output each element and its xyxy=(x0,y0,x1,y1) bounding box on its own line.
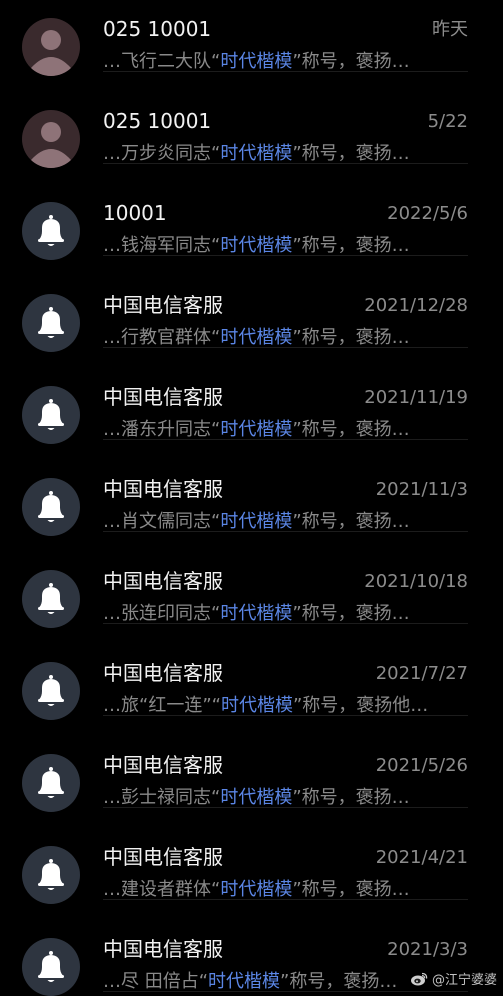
message-thread-row[interactable]: 中国电信客服 2021/5/26 …彭士禄同志“时代楷模”称号，褒扬… xyxy=(0,716,503,812)
sender-name: 中国电信客服 xyxy=(103,385,223,409)
message-date: 2021/5/26 xyxy=(375,755,468,776)
notification-avatar[interactable] xyxy=(22,386,80,444)
preview-highlight: 时代楷模 xyxy=(220,235,293,256)
preview-text: …肖文儒同志“ xyxy=(103,511,221,532)
bell-icon xyxy=(22,202,80,260)
message-date: 2021/3/3 xyxy=(387,939,468,960)
message-thread-row[interactable]: 中国电信客服 2021/11/3 …肖文儒同志“时代楷模”称号，褒扬… xyxy=(0,440,503,536)
message-date: 2022/5/6 xyxy=(387,203,468,224)
contact-avatar[interactable] xyxy=(22,18,80,76)
preview-text: …行教官群体“ xyxy=(103,327,221,348)
preview-text: ”称号，褒扬… xyxy=(292,879,410,900)
sender-name: 中国电信客服 xyxy=(103,753,223,777)
notification-avatar[interactable] xyxy=(22,662,80,720)
message-thread-row[interactable]: 10001 2022/5/6 …钱海军同志“时代楷模”称号，褒扬… xyxy=(0,164,503,260)
preview-text: …尽 田倍占“ xyxy=(103,971,209,992)
preview-highlight: 时代楷模 xyxy=(220,327,293,348)
preview-text: …建设者群体“ xyxy=(103,879,221,900)
preview-text: ”称号，褒扬… xyxy=(292,235,410,256)
bell-icon xyxy=(22,294,80,352)
preview-text: ”称号，褒扬… xyxy=(292,511,410,532)
preview-text: …钱海军同志“ xyxy=(103,235,221,256)
bell-icon xyxy=(22,570,80,628)
preview-highlight: 时代楷模 xyxy=(220,419,293,440)
notification-avatar[interactable] xyxy=(22,478,80,536)
message-thread-row[interactable]: 025 10001 昨天 …飞行二大队“时代楷模”称号，褒扬… xyxy=(0,0,503,76)
weibo-logo-icon xyxy=(410,972,428,985)
notification-avatar[interactable] xyxy=(22,846,80,904)
message-thread-row[interactable]: 中国电信客服 2021/4/21 …建设者群体“时代楷模”称号，褒扬… xyxy=(0,808,503,904)
person-icon xyxy=(22,18,80,76)
bell-icon xyxy=(22,846,80,904)
preview-text: ”称号，褒扬… xyxy=(292,787,410,808)
preview-text: ”称号，褒扬… xyxy=(292,603,410,624)
sender-name: 中国电信客服 xyxy=(103,661,223,685)
preview-text: ”称号，褒扬… xyxy=(280,971,398,992)
message-date: 2021/11/19 xyxy=(364,387,468,408)
message-thread-row[interactable]: 中国电信客服 2021/12/28 …行教官群体“时代楷模”称号，褒扬… xyxy=(0,256,503,352)
message-date: 2021/12/28 xyxy=(364,295,468,316)
preview-text: …万步炎同志“ xyxy=(103,143,221,164)
preview-text: …彭士禄同志“ xyxy=(103,787,221,808)
notification-avatar[interactable] xyxy=(22,938,80,996)
message-date: 5/22 xyxy=(427,111,468,132)
bell-icon xyxy=(22,478,80,536)
message-date: 2021/11/3 xyxy=(375,479,468,500)
row-divider xyxy=(103,991,468,992)
notification-avatar[interactable] xyxy=(22,754,80,812)
contact-avatar[interactable] xyxy=(22,110,80,168)
sender-name: 10001 xyxy=(103,201,167,225)
message-thread-row[interactable]: 中国电信客服 2021/11/19 …潘东升同志“时代楷模”称号，褒扬… xyxy=(0,348,503,444)
notification-avatar[interactable] xyxy=(22,202,80,260)
message-date: 2021/7/27 xyxy=(375,663,468,684)
preview-highlight: 时代楷模 xyxy=(220,603,293,624)
message-date: 昨天 xyxy=(432,19,468,40)
message-thread-row[interactable]: 025 10001 5/22 …万步炎同志“时代楷模”称号，褒扬… xyxy=(0,72,503,168)
sender-name: 025 10001 xyxy=(103,17,212,41)
preview-text: …飞行二大队“ xyxy=(103,51,221,72)
watermark-text: @江宁婆婆 xyxy=(431,973,497,988)
person-icon xyxy=(22,110,80,168)
notification-avatar[interactable] xyxy=(22,570,80,628)
bell-icon xyxy=(22,938,80,996)
notification-avatar[interactable] xyxy=(22,294,80,352)
sender-name: 中国电信客服 xyxy=(103,477,223,501)
bell-icon xyxy=(22,386,80,444)
watermark: @江宁婆婆 xyxy=(410,969,497,988)
bell-icon xyxy=(22,662,80,720)
preview-text: …潘东升同志“ xyxy=(103,419,221,440)
sender-name: 中国电信客服 xyxy=(103,845,223,869)
sender-name: 中国电信客服 xyxy=(103,293,223,317)
message-date: 2021/4/21 xyxy=(375,847,468,868)
preview-text: ”称号，褒扬他… xyxy=(292,695,429,716)
sender-name: 中国电信客服 xyxy=(103,937,223,961)
preview-text: …旅“红一连”“ xyxy=(103,695,221,716)
preview-highlight: 时代楷模 xyxy=(220,695,293,716)
preview-text: ”称号，褒扬… xyxy=(292,143,410,164)
sender-name: 中国电信客服 xyxy=(103,569,223,593)
preview-highlight: 时代楷模 xyxy=(220,51,293,72)
preview-highlight: 时代楷模 xyxy=(220,879,293,900)
preview-text: ”称号，褒扬… xyxy=(292,419,410,440)
message-thread-row[interactable]: 中国电信客服 2021/7/27 …旅“红一连”“时代楷模”称号，褒扬他… xyxy=(0,624,503,720)
preview-highlight: 时代楷模 xyxy=(208,971,281,992)
message-date: 2021/10/18 xyxy=(364,571,468,592)
preview-highlight: 时代楷模 xyxy=(220,143,293,164)
message-list: 025 10001 昨天 …飞行二大队“时代楷模”称号，褒扬… 025 10001 5/… xyxy=(0,0,503,996)
preview-highlight: 时代楷模 xyxy=(220,511,293,532)
sender-name: 025 10001 xyxy=(103,109,212,133)
bell-icon xyxy=(22,754,80,812)
preview-text: …张连印同志“ xyxy=(103,603,221,624)
message-thread-row[interactable]: 中国电信客服 2021/10/18 …张连印同志“时代楷模”称号，褒扬… xyxy=(0,532,503,628)
preview-text: ”称号，褒扬… xyxy=(292,51,410,72)
preview-text: ”称号，褒扬… xyxy=(292,327,410,348)
preview-highlight: 时代楷模 xyxy=(220,787,293,808)
